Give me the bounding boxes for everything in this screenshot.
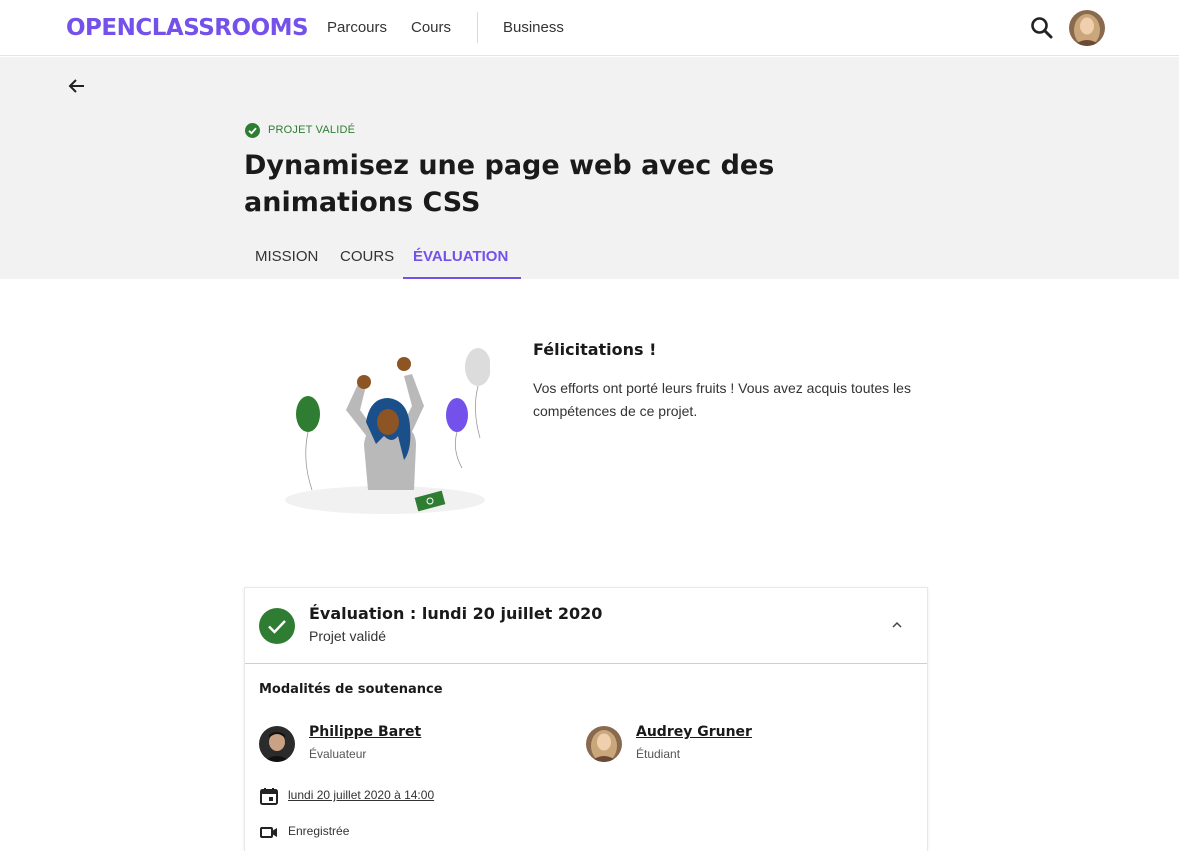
search-icon[interactable] <box>1029 15 1055 41</box>
nav-link-parcours[interactable]: Parcours <box>327 18 387 38</box>
defense-date-link[interactable]: lundi 20 juillet 2020 à 14:00 <box>288 788 434 802</box>
page-title: Dynamisez une page web avec des animatio… <box>244 150 775 218</box>
congrats-title: Félicitations ! <box>533 340 657 359</box>
tab-evaluation[interactable]: ÉVALUATION <box>413 248 508 265</box>
nav-link-business[interactable]: Business <box>503 18 564 38</box>
active-tab-indicator <box>403 277 521 279</box>
chevron-up-icon[interactable] <box>890 618 904 632</box>
tab-mission[interactable]: MISSION <box>255 248 318 265</box>
recording-row: Enregistrée <box>259 822 559 842</box>
openclassrooms-logo[interactable]: OPENCLASSROOMS <box>66 14 309 42</box>
nav-link-cours[interactable]: Cours <box>411 18 451 38</box>
evaluator-person: Philippe Baret Évaluateur <box>259 724 559 764</box>
calendar-icon <box>259 786 279 806</box>
evaluator-avatar <box>259 726 295 762</box>
student-role: Étudiant <box>636 747 681 761</box>
evaluator-role: Évaluateur <box>309 747 367 761</box>
project-status-text: PROJET VALIDÉ <box>268 124 356 136</box>
check-circle-icon <box>245 123 260 138</box>
recording-status: Enregistrée <box>288 824 350 838</box>
student-avatar <box>586 726 622 762</box>
nav-divider <box>477 12 478 43</box>
evaluator-name-link[interactable]: Philippe Baret <box>309 724 421 740</box>
evaluation-status: Projet validé <box>309 628 387 644</box>
video-camera-icon <box>259 822 279 842</box>
defense-date-row: lundi 20 juillet 2020 à 14:00 <box>259 786 559 806</box>
congrats-message: Vos efforts ont porté leurs fruits ! Vou… <box>533 380 911 419</box>
evaluation-card: Évaluation : lundi 20 juillet 2020 Proje… <box>244 587 928 851</box>
arrow-left-icon[interactable] <box>66 75 88 97</box>
evaluation-title: Évaluation : lundi 20 juillet 2020 <box>309 604 603 623</box>
check-circle-icon <box>259 608 295 644</box>
top-navigation: OPENCLASSROOMS Parcours Cours Business <box>0 0 1179 56</box>
student-person: Audrey Gruner Étudiant <box>586 724 886 764</box>
user-avatar[interactable] <box>1069 10 1105 46</box>
project-header: PROJET VALIDÉ Dynamisez une page web ave… <box>0 57 1179 279</box>
evaluation-card-header[interactable]: Évaluation : lundi 20 juillet 2020 Proje… <box>245 588 927 664</box>
student-name-link[interactable]: Audrey Gruner <box>636 724 752 740</box>
tab-cours[interactable]: COURS <box>340 248 394 265</box>
defense-modalities-title: Modalités de soutenance <box>259 682 443 697</box>
celebration-illustration <box>280 340 491 525</box>
